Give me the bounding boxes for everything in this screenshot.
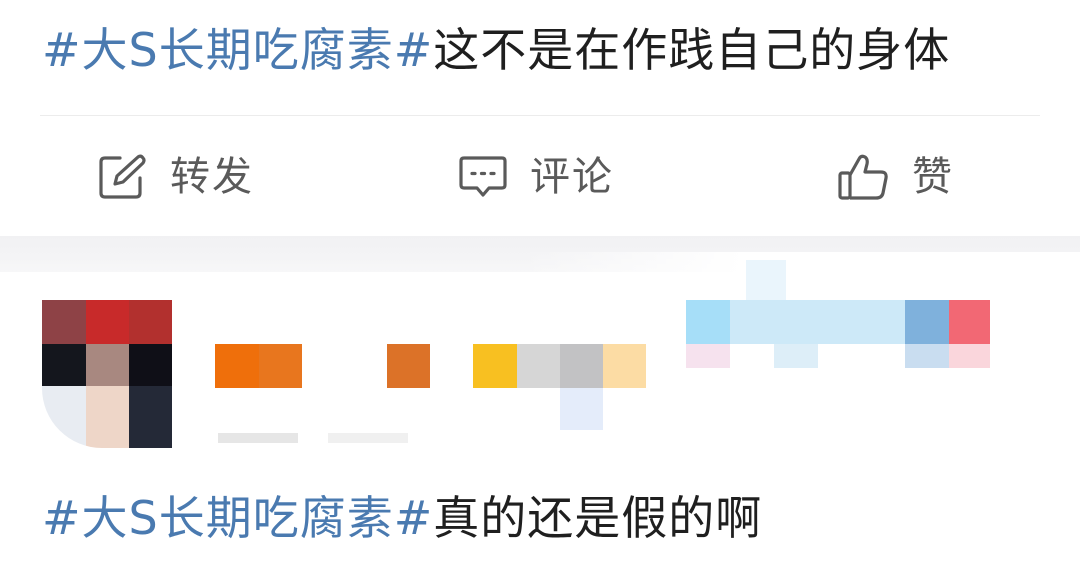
avatar[interactable] [42, 300, 172, 448]
divider [40, 115, 1040, 116]
post-text: #大S长期吃腐素#真的还是假的啊 [42, 486, 1042, 550]
username-blurred[interactable] [215, 344, 655, 430]
badge-blurred [686, 260, 990, 380]
post-body: 这不是在作践自己的身体 [433, 23, 951, 77]
post-meta-blurred [218, 429, 418, 447]
post-body: 真的还是假的啊 [433, 491, 763, 545]
repost-label: 转发 [170, 154, 254, 200]
post-action-bar: 转发 评论 赞 [0, 118, 1080, 236]
comment-bubble-icon [458, 154, 508, 200]
like-button[interactable]: 赞 [838, 148, 954, 206]
comment-label: 评论 [530, 154, 614, 200]
comment-button[interactable]: 评论 [458, 148, 614, 206]
thumbs-up-icon [838, 153, 890, 201]
hashtag-link[interactable]: #大S长期吃腐素# [42, 491, 433, 545]
repost-button[interactable]: 转发 [98, 148, 254, 206]
post-text: #大S长期吃腐素#这不是在作践自己的身体 [42, 18, 1042, 82]
hashtag-link[interactable]: #大S长期吃腐素# [42, 23, 433, 77]
edit-square-icon [98, 154, 148, 200]
weibo-feed: #大S长期吃腐素#这不是在作践自己的身体 转发 评论 赞 #大S长期吃腐素#真的… [0, 0, 1080, 578]
like-label: 赞 [912, 154, 954, 200]
